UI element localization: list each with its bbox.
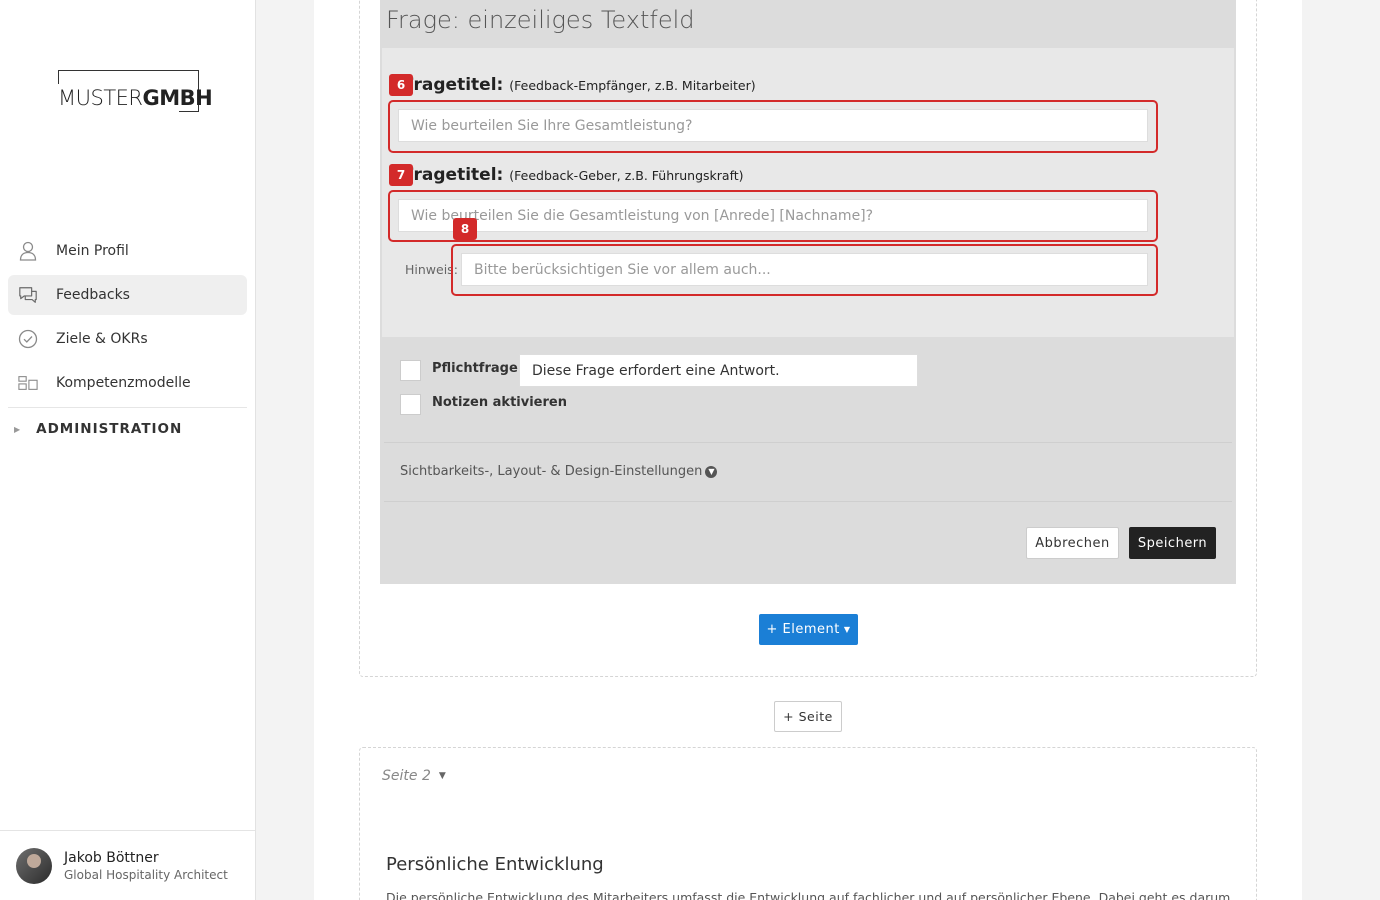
chat-bubbles-icon xyxy=(18,285,38,305)
required-label: Pflichtfrage xyxy=(432,361,518,376)
grid-blocks-icon xyxy=(18,373,38,393)
required-checkbox[interactable] xyxy=(400,360,421,381)
chevron-down-circle-icon: ▼ xyxy=(705,465,718,478)
settings-link-label: Sichtbarkeits-, Layout- & Design-Einstel… xyxy=(400,464,703,479)
page-2-container xyxy=(359,747,1257,900)
step-badge-7: 7 xyxy=(389,164,413,186)
avatar xyxy=(16,847,52,884)
sidebar: MUSTERGMBH Mein Profil Feedbacks Ziele &… xyxy=(0,0,256,900)
highlight-box-6 xyxy=(388,100,1158,153)
main-nav: Mein Profil Feedbacks Ziele & OKRs Kompe… xyxy=(8,231,247,449)
save-button[interactable]: Speichern xyxy=(1129,527,1216,559)
user-role: Global Hospitality Architect xyxy=(64,867,228,882)
question-type-header: Frage: einzeiliges Textfeld xyxy=(386,6,695,34)
admin-label: ADMINISTRATION xyxy=(36,421,183,437)
nav-label: Mein Profil xyxy=(56,243,129,259)
caret-right-icon: ▶ xyxy=(14,424,21,434)
nav-item-kompetenzmodelle[interactable]: Kompetenzmodelle xyxy=(8,363,247,403)
divider xyxy=(384,501,1232,502)
notes-label: Notizen aktivieren xyxy=(432,395,567,410)
logo-text-part1: MUSTER xyxy=(58,86,143,110)
nav-label: Feedbacks xyxy=(56,287,130,303)
highlight-box-8 xyxy=(451,244,1158,296)
question-title-sub: (Feedback-Geber, z.B. Führungskraft) xyxy=(509,168,744,183)
user-name: Jakob Böttner xyxy=(64,849,159,866)
logo-text-part2: GMBH xyxy=(142,86,213,110)
divider xyxy=(384,442,1232,443)
question-title-label-recipient: Fragetitel: (Feedback-Empfänger, z.B. Mi… xyxy=(403,75,756,95)
nav-label: Ziele & OKRs xyxy=(56,331,148,347)
highlight-box-7 xyxy=(388,190,1158,242)
nav-divider xyxy=(8,407,247,408)
check-circle-icon xyxy=(18,329,38,349)
company-logo[interactable]: MUSTERGMBH xyxy=(58,70,213,112)
add-page-button[interactable]: + Seite xyxy=(774,701,842,732)
section-description: Die persönliche Entwicklung des Mitarbei… xyxy=(386,890,1236,900)
caret-down-icon: ▼ xyxy=(843,625,851,634)
page-2-label: Seite 2 xyxy=(382,768,431,784)
user-profile-footer[interactable]: Jakob Böttner Global Hospitality Archite… xyxy=(0,830,255,900)
question-title-sub: (Feedback-Empfänger, z.B. Mitarbeiter) xyxy=(509,78,756,93)
page-2-toggle[interactable]: Seite 2 ▼ xyxy=(382,768,446,784)
cancel-button[interactable]: Abbrechen xyxy=(1026,527,1119,559)
required-message-input[interactable]: Diese Frage erfordert eine Antwort. xyxy=(519,354,918,387)
nav-label: Kompetenzmodelle xyxy=(56,375,191,391)
notes-checkbox[interactable] xyxy=(400,394,421,415)
nav-item-feedbacks[interactable]: Feedbacks xyxy=(8,275,247,315)
nav-item-administration[interactable]: ▶ ADMINISTRATION xyxy=(8,409,247,449)
settings-toggle-link[interactable]: Sichtbarkeits-, Layout- & Design-Einstel… xyxy=(400,464,718,479)
nav-item-ziele-okrs[interactable]: Ziele & OKRs xyxy=(8,319,247,359)
step-badge-6: 6 xyxy=(389,74,413,96)
question-title-label-giver: Fragetitel: (Feedback-Geber, z.B. Führun… xyxy=(403,165,744,185)
hint-label: Hinweis: xyxy=(405,262,458,277)
section-title: Persönliche Entwicklung xyxy=(386,854,604,875)
user-icon xyxy=(18,241,38,261)
question-title-text: Fragetitel: xyxy=(403,165,504,185)
question-title-text: Fragetitel: xyxy=(403,75,504,95)
add-element-label: + Element xyxy=(766,622,840,637)
caret-down-icon: ▼ xyxy=(438,771,446,781)
step-badge-8: 8 xyxy=(453,218,477,240)
nav-item-mein-profil[interactable]: Mein Profil xyxy=(8,231,247,271)
add-element-button[interactable]: + Element ▼ xyxy=(759,614,858,645)
